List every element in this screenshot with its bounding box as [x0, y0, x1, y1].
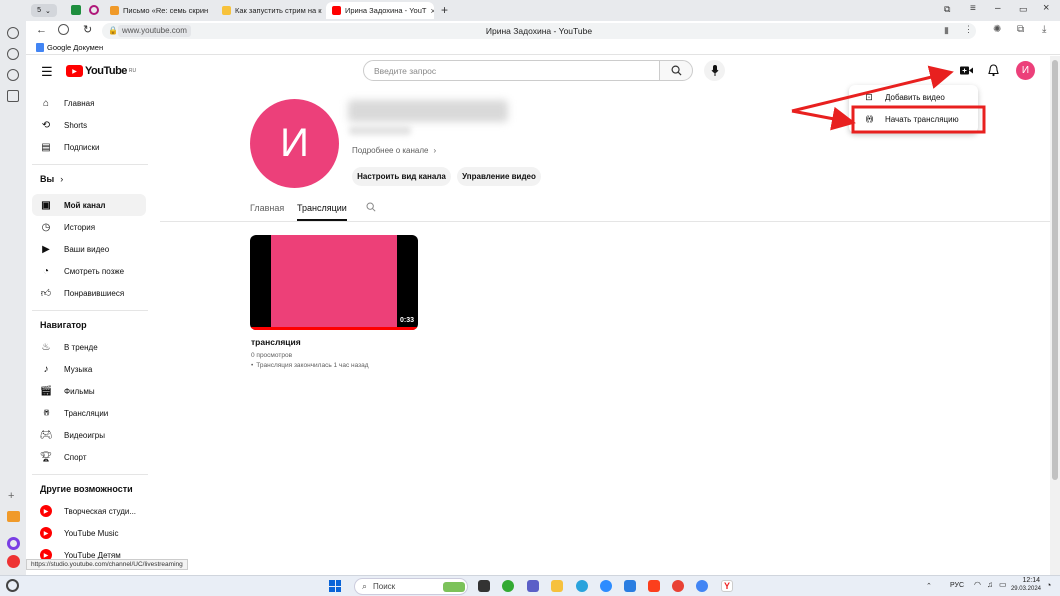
notification-center-icon[interactable]: ◔: [1046, 580, 1051, 590]
annotation-arrow-go-live: [791, 106, 856, 131]
taskbar-search-label: Поиск: [373, 582, 396, 591]
zoom-icon[interactable]: [600, 580, 612, 592]
tray-expand-icon[interactable]: ⌃: [926, 582, 932, 590]
xbox-icon[interactable]: [502, 580, 514, 592]
wifi-icon[interactable]: ◠: [974, 580, 981, 589]
start-button[interactable]: [329, 580, 341, 592]
annotation-overlay: [791, 65, 986, 134]
telegram-icon[interactable]: [576, 580, 588, 592]
chrome-profile-icon[interactable]: [696, 580, 708, 592]
task-view-icon[interactable]: [478, 580, 490, 592]
annotation-arrow-create: [791, 65, 954, 113]
clock-date[interactable]: 29.03.2024: [1005, 586, 1041, 592]
annotation-highlight-box: [851, 105, 986, 134]
teams-icon[interactable]: [527, 580, 539, 592]
language-indicator[interactable]: РУС: [950, 582, 964, 589]
search-highlight-image: [443, 582, 465, 592]
taskbar-search[interactable]: ⌕ Поиск: [354, 578, 468, 595]
yandex-browser-icon[interactable]: Y: [721, 580, 733, 592]
search-icon: ⌕: [362, 581, 368, 591]
volume-icon[interactable]: ♫: [987, 580, 993, 589]
chrome-icon[interactable]: [672, 580, 684, 592]
taskbar: ⌕ Поиск Y ⌃ РУС ◠ ♫ ▭ 12:14 29.03.2024 ◔: [0, 575, 1060, 596]
yandex-icon[interactable]: [648, 580, 660, 592]
explorer-icon[interactable]: [551, 580, 563, 592]
clock-time[interactable]: 12:14: [1016, 577, 1040, 584]
app-s-icon[interactable]: [624, 580, 636, 592]
weather-icon[interactable]: [6, 579, 19, 592]
